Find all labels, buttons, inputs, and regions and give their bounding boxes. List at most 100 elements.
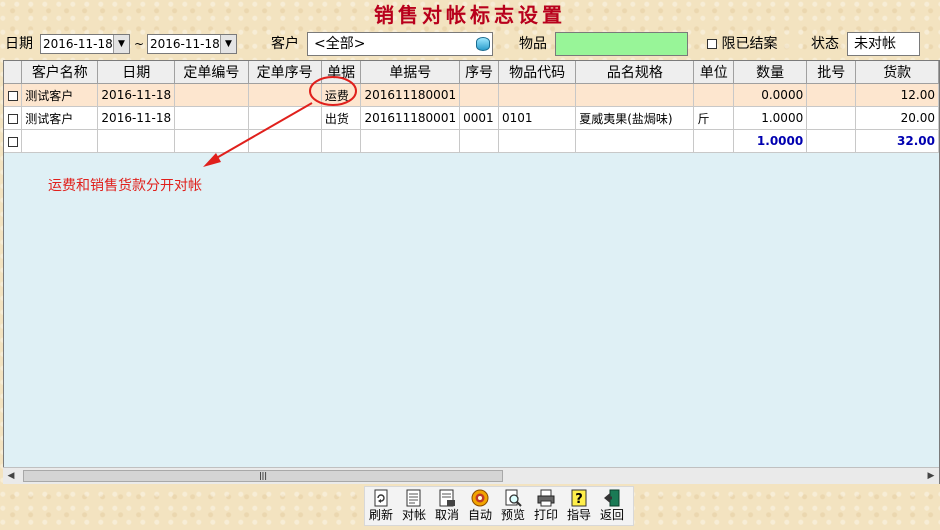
cancel-label: 取消: [434, 508, 459, 522]
column-header-order-no[interactable]: 定单编号: [174, 61, 249, 84]
print-label: 打印: [533, 508, 558, 522]
total-row: 1.0000 32.00: [4, 129, 939, 153]
reconciliation-table: 客户名称 日期 定单编号 定单序号 单据 单据号 序号 物品代码 品名规格 单位…: [4, 61, 939, 153]
cancel-icon: [439, 489, 455, 507]
date-to-select[interactable]: 2016-11-18 ▼: [147, 34, 237, 54]
item-label: 物品: [519, 36, 547, 52]
chevron-down-icon[interactable]: ▼: [220, 35, 236, 53]
cell-seq: [459, 83, 500, 107]
customer-label: 客户: [271, 36, 299, 52]
cell-customer: 测试客户: [21, 83, 99, 107]
column-header-unit[interactable]: 单位: [693, 61, 735, 84]
table-row[interactable]: 测试客户 2016-11-18 运费 201611180001 0.0000 1…: [4, 83, 939, 107]
cell-customer: 测试客户: [21, 106, 99, 130]
auto-label: 自动: [467, 508, 492, 522]
cell-name-spec: [575, 83, 695, 107]
status-field[interactable]: 未对帐: [847, 32, 920, 56]
customer-value: <全部>: [314, 36, 366, 52]
refresh-icon: [374, 489, 388, 507]
date-label: 日期: [5, 36, 33, 52]
refresh-button[interactable]: 刷新: [365, 489, 397, 525]
cell-order-seq: [248, 106, 322, 130]
status-label: 状态: [811, 36, 839, 52]
back-label: 返回: [599, 508, 624, 522]
database-lookup-icon[interactable]: [476, 37, 490, 51]
cell-qty: 1.0000: [733, 106, 808, 130]
preview-button[interactable]: 预览: [497, 489, 529, 525]
column-header-name-spec[interactable]: 品名规格: [575, 61, 695, 84]
limit-closed-toggle[interactable]: 限已结案: [707, 31, 777, 57]
cell-amount: 20.00: [855, 106, 939, 130]
row-select-cell[interactable]: [4, 83, 23, 107]
horizontal-scrollbar[interactable]: ◀ ||| ▶: [3, 467, 939, 484]
reconcile-icon: [406, 489, 421, 507]
cell-unit: [693, 83, 735, 107]
column-header-seq[interactable]: 序号: [459, 61, 500, 84]
cell-doc-no: 201611180001: [360, 83, 461, 107]
scroll-left-icon[interactable]: ◀: [3, 468, 19, 484]
column-header-date[interactable]: 日期: [97, 61, 176, 84]
cell-name-spec: 夏威夷果(盐焗味): [575, 106, 695, 130]
total-amount: 32.00: [855, 129, 939, 153]
total-qty: 1.0000: [733, 129, 808, 153]
date-from-value: 2016-11-18: [43, 37, 113, 51]
row-checkbox[interactable]: [7, 136, 18, 147]
cancel-button[interactable]: 取消: [431, 489, 463, 525]
date-to-value: 2016-11-18: [150, 37, 220, 51]
print-button[interactable]: 打印: [530, 489, 562, 525]
cell-amount: 12.00: [855, 83, 939, 107]
row-checkbox[interactable]: [7, 90, 18, 101]
cell-date: 2016-11-18: [97, 106, 176, 130]
chevron-down-icon[interactable]: ▼: [113, 35, 129, 53]
cell-doc: 出货: [321, 106, 362, 130]
cell-doc-no: 201611180001: [360, 106, 461, 130]
status-value: 未对帐: [854, 36, 896, 52]
refresh-label: 刷新: [368, 508, 393, 522]
cell-item-code: 0101: [498, 106, 577, 130]
printer-icon: [537, 489, 555, 507]
date-range-separator: ~: [134, 37, 145, 51]
cell-doc: 运费: [321, 83, 362, 107]
column-header-doc[interactable]: 单据: [321, 61, 362, 84]
table-row[interactable]: 测试客户 2016-11-18 出货 201611180001 0001 010…: [4, 106, 939, 130]
reconciliation-grid[interactable]: 客户名称 日期 定单编号 定单序号 单据 单据号 序号 物品代码 品名规格 单位…: [3, 60, 940, 484]
column-header-order-seq[interactable]: 定单序号: [248, 61, 322, 84]
cell-batch: [806, 83, 857, 107]
cell-order-no: [174, 83, 249, 107]
reconcile-button[interactable]: 对帐: [398, 489, 430, 525]
column-header-select[interactable]: [4, 61, 23, 84]
column-header-doc-no[interactable]: 单据号: [360, 61, 461, 84]
row-select-cell[interactable]: [4, 129, 23, 153]
limit-closed-label: 限已结案: [721, 36, 778, 52]
column-header-amount[interactable]: 货款: [855, 61, 939, 84]
row-select-cell[interactable]: [4, 106, 23, 130]
annotation-note: 运费和销售货款分开对帐: [48, 178, 202, 194]
item-field[interactable]: [555, 32, 688, 56]
scroll-thumb[interactable]: |||: [23, 470, 503, 482]
column-header-customer[interactable]: 客户名称: [21, 61, 99, 84]
scroll-right-icon[interactable]: ▶: [923, 468, 939, 484]
help-icon: ?: [571, 489, 587, 507]
window-title: 销售对帐标志设置: [374, 3, 566, 27]
column-header-batch[interactable]: 批号: [806, 61, 857, 84]
auto-button[interactable]: 自动: [464, 489, 496, 525]
cell-qty: 0.0000: [733, 83, 808, 107]
exit-icon: [604, 489, 620, 507]
back-button[interactable]: 返回: [596, 489, 628, 525]
guide-button[interactable]: ? 指导: [563, 489, 595, 525]
column-header-item-code[interactable]: 物品代码: [498, 61, 577, 84]
cell-date: 2016-11-18: [97, 83, 176, 107]
bottom-toolbar: 刷新 对帐 取消 自动 预览 打印 ? 指导 返回: [364, 486, 634, 526]
column-header-qty[interactable]: 数量: [733, 61, 808, 84]
row-checkbox[interactable]: [7, 113, 18, 124]
limit-closed-checkbox[interactable]: [707, 39, 717, 49]
cell-unit: 斤: [693, 106, 735, 130]
table-header: 客户名称 日期 定单编号 定单序号 单据 单据号 序号 物品代码 品名规格 单位…: [4, 61, 939, 84]
date-from-select[interactable]: 2016-11-18 ▼: [40, 34, 130, 54]
cell-seq: 0001: [459, 106, 500, 130]
svg-text:?: ?: [575, 492, 583, 507]
cell-item-code: [498, 83, 577, 107]
customer-field[interactable]: <全部>: [307, 32, 493, 56]
auto-icon: [471, 489, 489, 507]
cell-order-seq: [248, 83, 322, 107]
